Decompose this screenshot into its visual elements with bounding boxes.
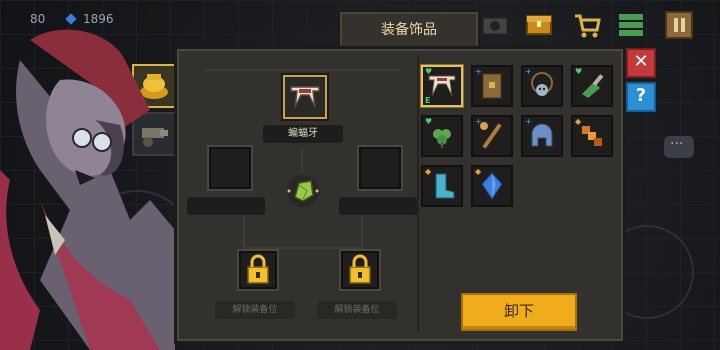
pause-icon[interactable] <box>664 10 694 40</box>
bat-fang-icon <box>290 86 320 108</box>
padlock-icon <box>349 254 371 284</box>
inventory-item-cyan-boot[interactable]: ◆ <box>421 165 463 207</box>
empty-slot-right-label <box>339 197 417 215</box>
treasure-chest-icon[interactable] <box>524 8 554 38</box>
trace-line <box>243 247 363 249</box>
equipped-item-name: 蝙蝠牙 <box>263 125 343 143</box>
help-button[interactable]: ? <box>626 82 656 112</box>
equip-slots-area: 蝙蝠牙 解锁装备位 解锁装备位 <box>185 55 417 333</box>
empty-slot-left-label <box>187 197 265 215</box>
inventory-item-blue-helmet[interactable]: + <box>521 115 563 157</box>
padlock-icon <box>247 254 269 284</box>
locked-slot-right[interactable] <box>341 251 379 289</box>
wand-icon <box>480 122 502 149</box>
green-crystal-icon <box>287 175 319 207</box>
inventory-item-scroll[interactable]: + <box>471 65 513 107</box>
inventory-item-blue-gem[interactable]: ◆ <box>471 165 513 207</box>
vampire-character <box>0 29 175 350</box>
equipment-panel: 蝙蝠牙 解锁装备位 解锁装备位 ♥ E + + ♥ ♥ + + ◆ ◆ ◆ 卸下 <box>174 46 626 344</box>
inventory-item-green-bottle[interactable]: ♥ <box>571 65 613 107</box>
empty-slot-left[interactable] <box>209 147 251 189</box>
trace-line <box>243 215 245 249</box>
blue-helmet-icon <box>531 123 553 147</box>
trace-line <box>361 215 363 249</box>
skull-necklace-icon <box>531 72 553 96</box>
empty-slot-right[interactable] <box>359 147 401 189</box>
scroll-icon <box>482 73 502 99</box>
clover-icon <box>433 129 451 148</box>
inventory-item-clover[interactable]: ♥ <box>421 115 463 157</box>
equipped-marker: E <box>425 96 431 105</box>
inventory-item-skull-necklace[interactable]: + <box>521 65 563 107</box>
trace-line <box>205 69 401 71</box>
bat-fang-icon <box>428 75 456 97</box>
panel-divider <box>417 55 419 333</box>
cyan-boot-icon <box>435 173 455 199</box>
inventory-item-wand[interactable]: + <box>471 115 513 157</box>
equipped-accessory-slot[interactable] <box>283 75 327 119</box>
panel-title: 装备饰品 <box>381 22 437 38</box>
orange-chain-icon <box>582 126 602 146</box>
panel-title-tab: 装备饰品 <box>338 10 480 50</box>
unequip-button[interactable]: 卸下 <box>461 293 577 331</box>
settings-list-icon[interactable] <box>616 10 646 40</box>
camera-icon[interactable] <box>480 10 510 40</box>
inventory-item-orange-chain[interactable]: ◆ <box>571 115 613 157</box>
blue-gem-icon <box>481 172 503 200</box>
chat-bubble-icon[interactable] <box>664 136 694 158</box>
unlock-slot-label-right: 解锁装备位 <box>317 301 397 319</box>
shop-cart-icon[interactable] <box>572 10 602 40</box>
inventory-item-bat-fang[interactable]: ♥ E <box>421 65 463 107</box>
unlock-slot-label-left: 解锁装备位 <box>215 301 295 319</box>
locked-slot-left[interactable] <box>239 251 277 289</box>
trace-line <box>301 147 303 173</box>
close-button[interactable]: ✕ <box>626 48 656 78</box>
green-bottle-icon <box>582 74 604 98</box>
